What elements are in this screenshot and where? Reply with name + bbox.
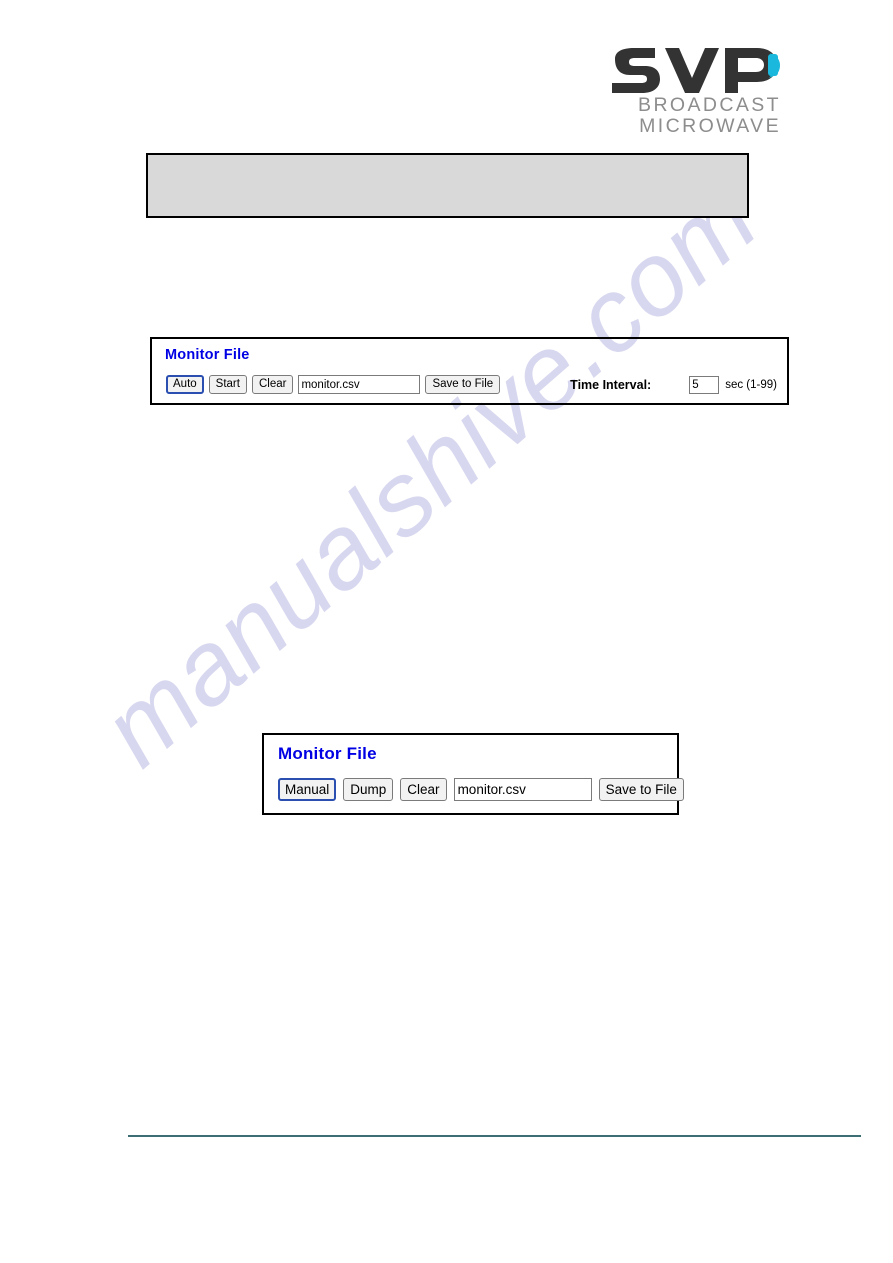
- start-button[interactable]: Start: [208, 375, 247, 394]
- monitor-file-controls-row: Auto Start Clear Save to File Time Inter…: [166, 375, 777, 394]
- logo-subtext-line2: MICROWAVE: [639, 115, 781, 138]
- save-to-file-button[interactable]: Save to File: [425, 375, 501, 394]
- watermark-text: manualshive.com: [80, 159, 779, 789]
- panel-title-monitor-file-manual: Monitor File: [278, 744, 377, 763]
- logo-subtext: BROADCAST MICROWAVE: [607, 95, 782, 137]
- panel-title-monitor-file: Monitor File: [165, 347, 250, 363]
- save-to-file-button-manual[interactable]: Save to File: [598, 778, 684, 801]
- clear-button[interactable]: Clear: [251, 375, 294, 394]
- time-interval-input[interactable]: [689, 375, 720, 394]
- manual-button[interactable]: Manual: [278, 778, 337, 801]
- dump-button[interactable]: Dump: [343, 778, 394, 801]
- footer-divider: [128, 1135, 861, 1137]
- header-content-block: [146, 153, 749, 218]
- time-interval-label: Time Interval:: [570, 377, 652, 392]
- monitor-file-panel-manual: Monitor File Manual Dump Clear Save to F…: [262, 733, 684, 815]
- clear-button-manual[interactable]: Clear: [400, 778, 447, 801]
- time-interval-units: sec (1-99): [725, 378, 777, 391]
- logo-subtext-line1: BROADCAST: [638, 94, 781, 116]
- monitor-file-panel-auto: Monitor File Auto Start Clear Save to Fi…: [150, 337, 789, 405]
- filename-input-manual[interactable]: [453, 778, 592, 801]
- time-interval-group: Time Interval: sec (1-99): [570, 375, 777, 394]
- filename-input[interactable]: [298, 375, 421, 394]
- svp-logo: BROADCAST MICROWAVE: [607, 47, 782, 137]
- svp-wordmark-icon: [612, 48, 780, 93]
- monitor-file-manual-controls-row: Manual Dump Clear Save to File: [278, 778, 691, 801]
- auto-button[interactable]: Auto: [166, 375, 204, 394]
